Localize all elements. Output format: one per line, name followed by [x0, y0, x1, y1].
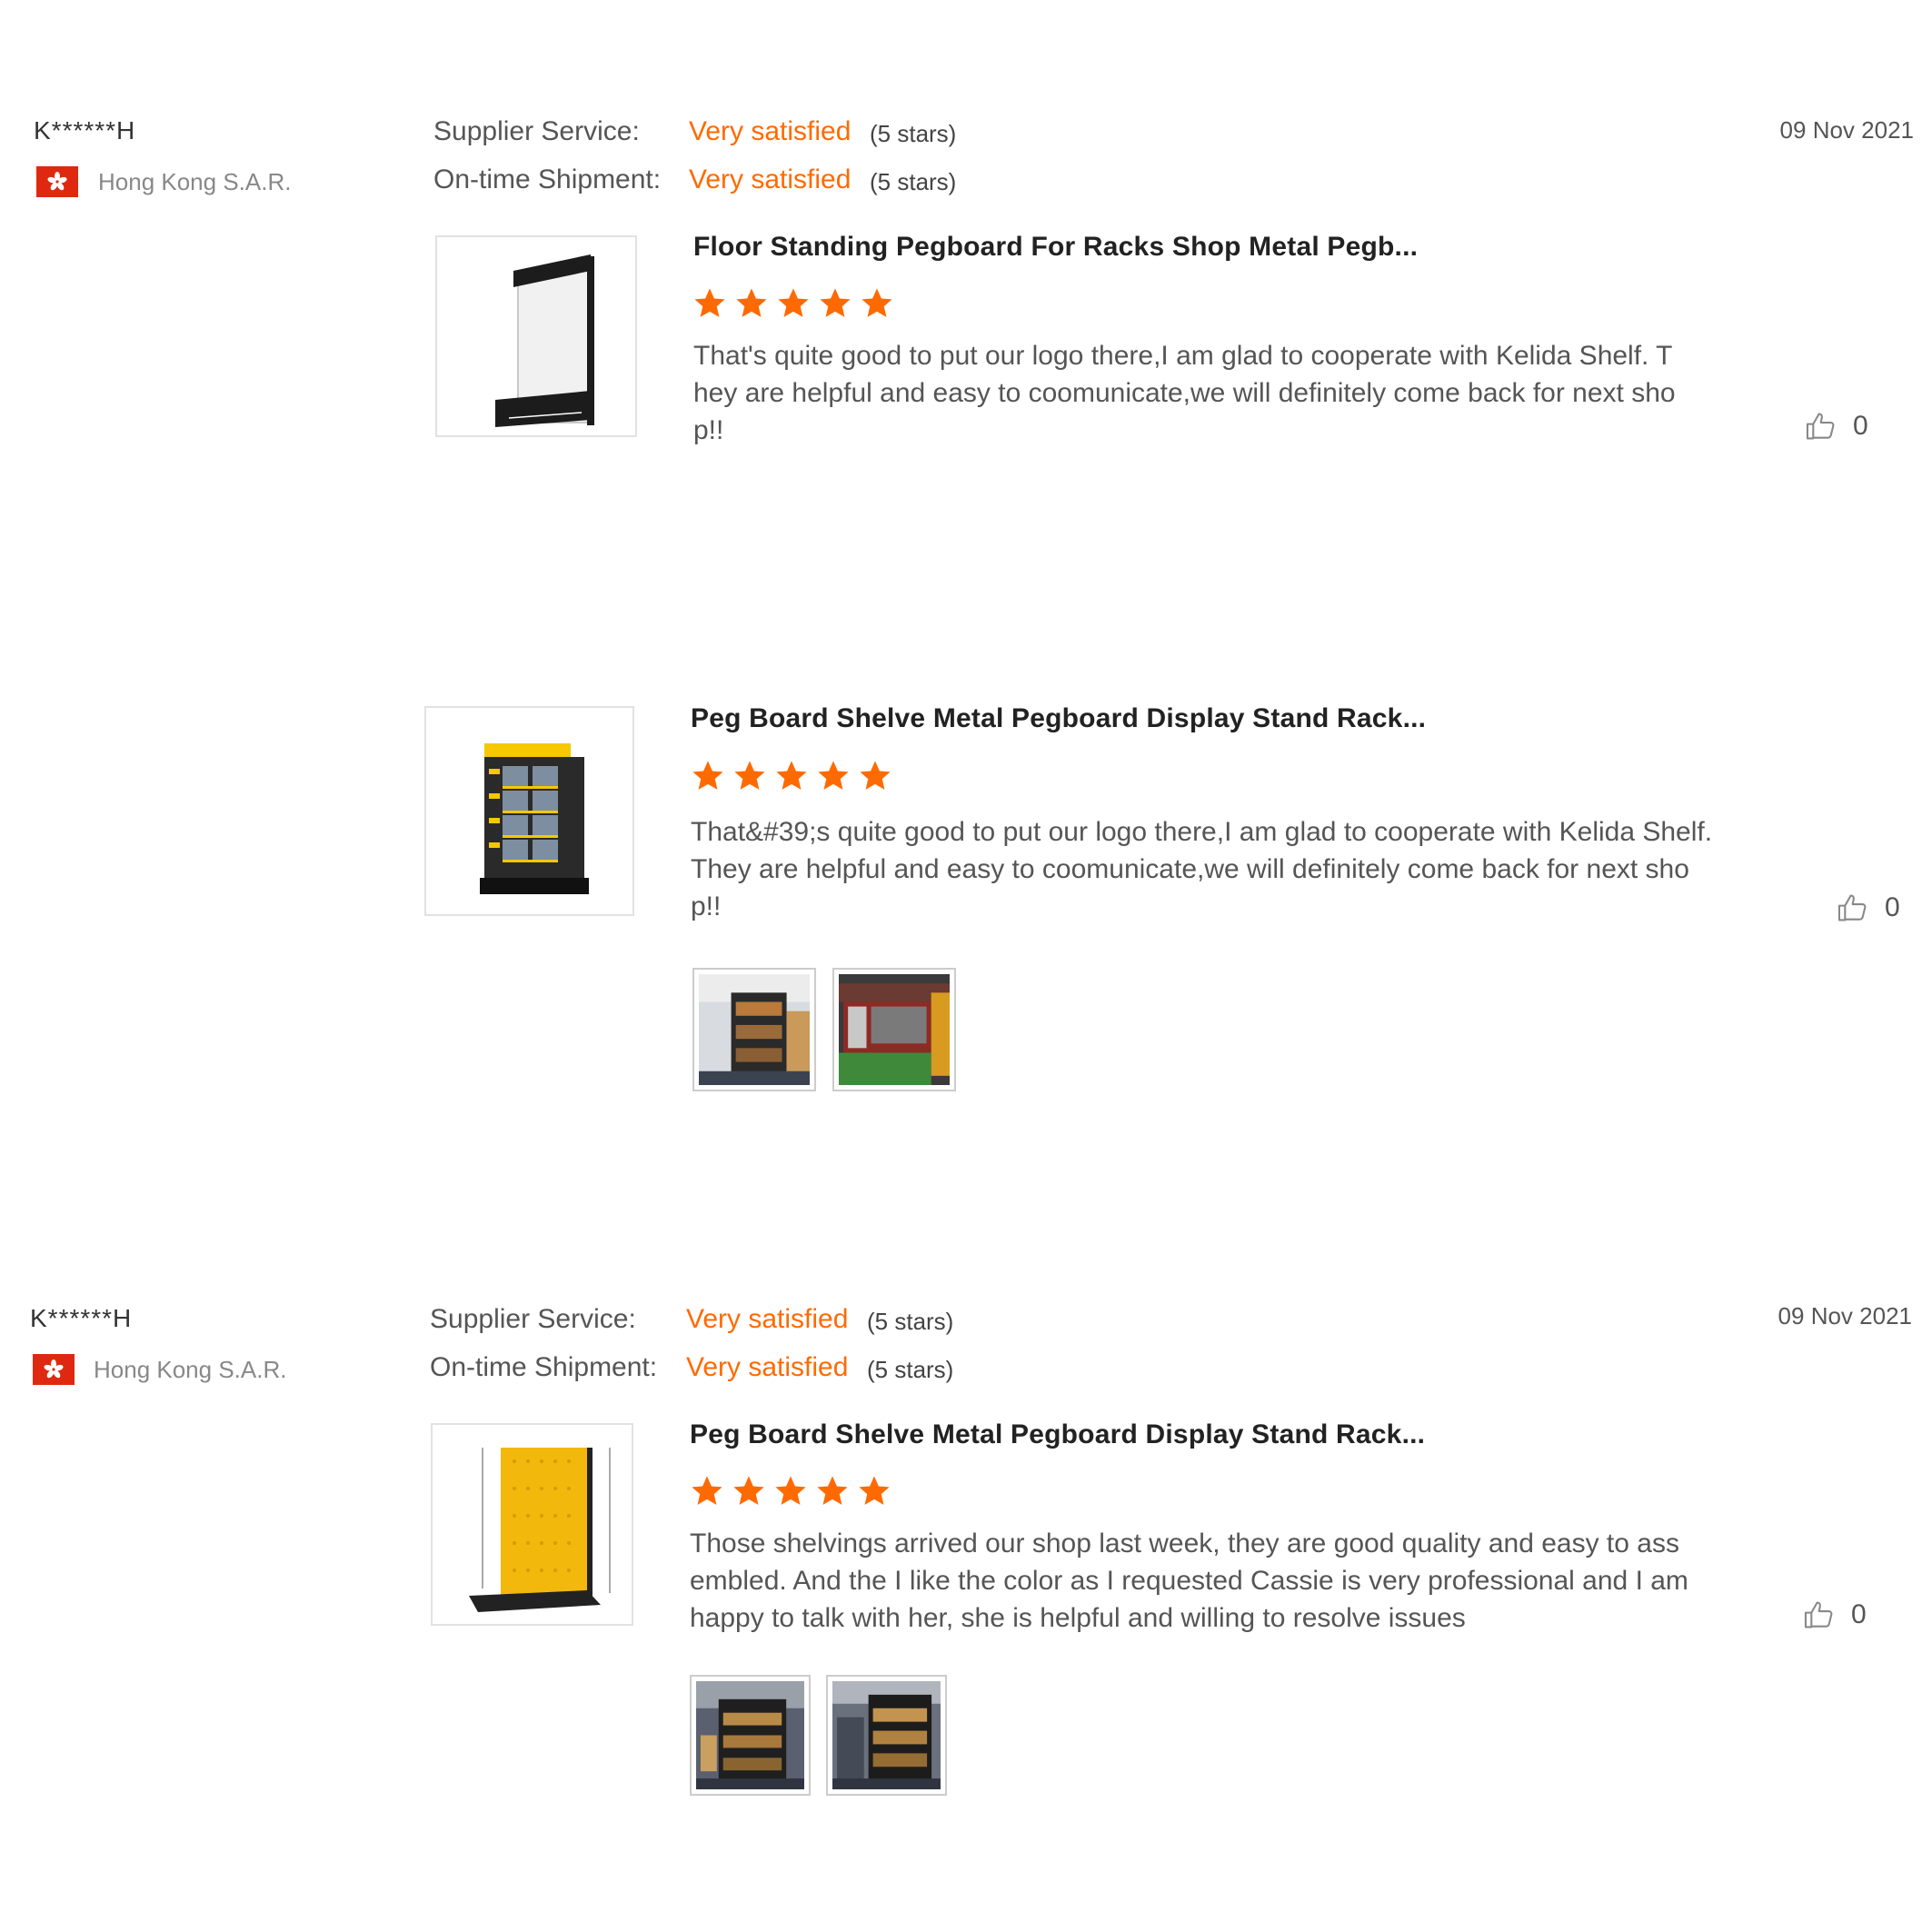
star-icon — [858, 759, 892, 793]
product-thumbnail[interactable] — [435, 235, 637, 437]
star-icon — [734, 286, 769, 321]
star-icon — [774, 759, 809, 793]
product-title[interactable]: Peg Board Shelve Metal Pegboard Display … — [690, 1419, 1425, 1450]
star-icon — [773, 1474, 808, 1509]
thumbs-up-icon — [1802, 1598, 1837, 1632]
like-button[interactable]: 0 — [1804, 409, 1868, 443]
supplier-service-label: Supplier Service: — [433, 116, 640, 146]
like-count: 0 — [1853, 411, 1868, 441]
like-count: 0 — [1851, 1599, 1867, 1629]
shipment-stars: (5 stars) — [867, 1356, 954, 1383]
review-photo[interactable] — [832, 968, 956, 1091]
star-icon — [776, 286, 811, 321]
review-date: 09 Nov 2021 — [1778, 1302, 1912, 1329]
star-rating — [692, 286, 894, 321]
shipment-label: On-time Shipment: — [433, 164, 662, 194]
star-icon — [732, 759, 767, 793]
buyer-name: K******H — [34, 116, 136, 144]
thumbs-up-icon — [1804, 409, 1838, 443]
like-button[interactable]: 0 — [1836, 891, 1900, 925]
review-text: Those shelvings arrived our shop last we… — [690, 1529, 1688, 1633]
star-rating — [691, 759, 892, 793]
supplier-service-value: Very satisfied — [689, 116, 851, 146]
product-title[interactable]: Peg Board Shelve Metal Pegboard Display … — [691, 703, 1426, 734]
star-icon — [857, 1474, 891, 1509]
review-card: K******H Hong Kong S.A.R. Supplier Servi… — [0, 1181, 1932, 1932]
shipment-value: Very satisfied — [689, 164, 851, 194]
shipment-stars: (5 stars) — [870, 168, 957, 195]
star-icon — [816, 759, 851, 793]
product-title[interactable]: Floor Standing Pegboard For Racks Shop M… — [693, 232, 1418, 263]
review-date: 09 Nov 2021 — [1779, 116, 1914, 144]
product-thumbnail[interactable] — [424, 706, 634, 916]
review-text: That's quite good to put our logo there,… — [693, 341, 1676, 445]
review-text: That&#39;s quite good to put our logo th… — [691, 817, 1713, 921]
supplier-service-stars: (5 stars) — [867, 1308, 954, 1335]
review-photo[interactable] — [826, 1675, 947, 1796]
buyer-country: Hong Kong S.A.R. — [94, 1356, 287, 1383]
hong-kong-flag-icon — [36, 166, 78, 197]
review-photo[interactable] — [692, 968, 816, 1091]
shipment-label: On-time Shipment: — [430, 1352, 658, 1382]
star-icon — [818, 286, 852, 321]
star-icon — [690, 1474, 724, 1509]
buyer-name: K******H — [30, 1304, 133, 1332]
like-count: 0 — [1885, 892, 1900, 922]
thumbs-up-icon — [1836, 891, 1870, 925]
product-thumbnail[interactable] — [431, 1423, 633, 1626]
star-icon — [860, 286, 894, 321]
review-card: K******H Hong Kong S.A.R. Supplier Servi… — [0, 0, 1932, 1181]
supplier-service-label: Supplier Service: — [430, 1304, 636, 1334]
hong-kong-flag-icon — [33, 1354, 75, 1385]
star-rating — [690, 1474, 891, 1509]
review-photo[interactable] — [690, 1675, 811, 1796]
like-button[interactable]: 0 — [1802, 1598, 1867, 1632]
star-icon — [691, 759, 725, 793]
supplier-service-value: Very satisfied — [686, 1304, 849, 1334]
buyer-country: Hong Kong S.A.R. — [98, 168, 292, 195]
star-icon — [692, 286, 727, 321]
star-icon — [815, 1474, 850, 1509]
shipment-value: Very satisfied — [686, 1352, 849, 1382]
star-icon — [732, 1474, 766, 1509]
supplier-service-stars: (5 stars) — [870, 120, 957, 147]
